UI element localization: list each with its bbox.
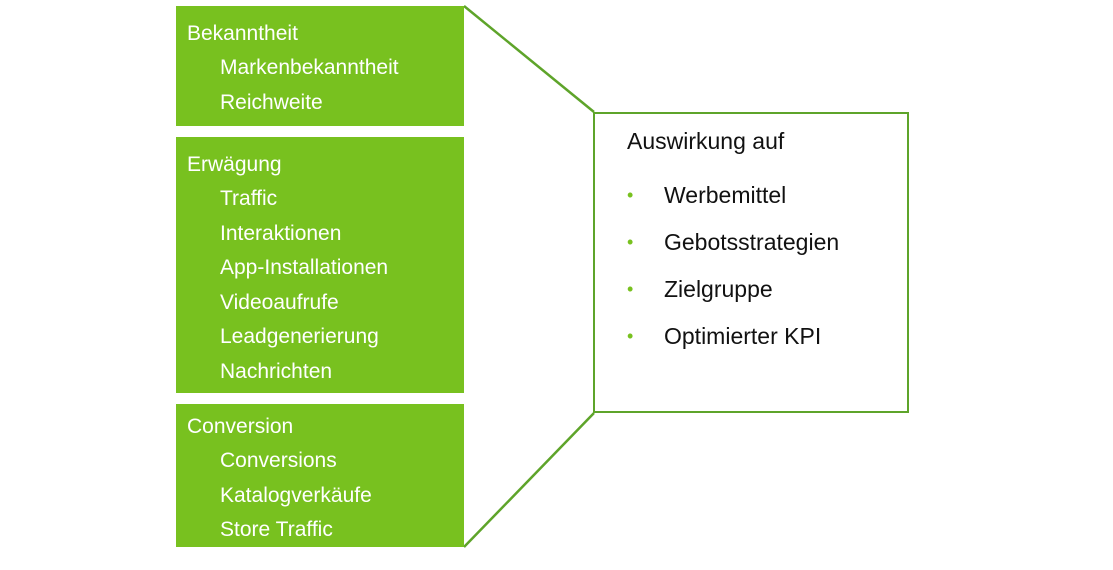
group-item: App-Installationen [220,256,389,279]
list-item: • Werbemittel [627,172,839,219]
group-item: Reichweite [220,90,323,114]
bullet-icon: • [627,232,634,252]
group-item: Markenbekanntheit [220,56,399,79]
connector-top [463,5,595,113]
list-item: • Optimierter KPI [627,313,839,360]
group-item: Nachrichten [220,359,333,383]
group-bekanntheit: Bekanntheit Markenbekanntheit Reichweite [176,6,464,126]
list-item-label: Zielgruppe [664,276,773,302]
impact-box: Auswirkung auf • Werbemittel • Gebotsstrat… [593,112,909,413]
bullet-icon: • [627,326,634,346]
group-erwaegung: Erwägung Traffic Interaktionen App-Insta… [176,137,464,393]
connector-bottom [463,412,595,548]
list-item: • Zielgruppe [627,266,839,313]
impact-list: • Werbemittel • Gebotsstrategien • Zielgrup… [627,172,839,360]
bullet-icon: • [627,279,634,299]
list-item-label: Werbemittel [664,182,787,208]
group-title: Erwägung [187,153,282,176]
group-title: Conversion [187,415,294,438]
group-conversion: Conversion Conversions Katalogverkäufe S… [176,404,464,547]
group-item: Conversions [220,449,337,472]
list-item-label: Gebotsstrategien [664,229,840,255]
group-item: Leadgenerierung [220,325,379,348]
bullet-icon: • [627,185,634,205]
connector-lines [463,5,595,548]
group-item: Store Traffic [220,518,333,541]
group-item: Interaktionen [220,221,342,245]
group-item: Traffic [220,187,278,210]
group-title: Bekanntheit [187,22,298,45]
group-item: Videoaufrufe [220,290,339,314]
list-item: • Gebotsstrategien [627,219,839,266]
group-item: Katalogverkäufe [220,483,372,507]
impact-title: Auswirkung auf [627,128,785,154]
list-item-label: Optimierter KPI [664,323,822,349]
